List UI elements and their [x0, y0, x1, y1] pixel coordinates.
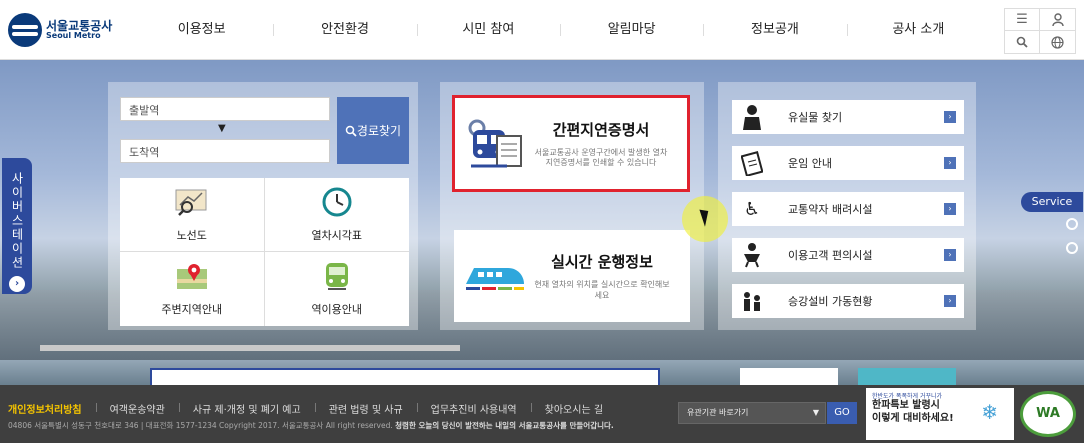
- slider-dot-2[interactable]: [1066, 242, 1078, 254]
- service-accessibility[interactable]: ♿ 교통약자 배려시설 ›: [732, 192, 964, 226]
- snowflake-icon: ❄: [981, 400, 998, 424]
- service-slider-label[interactable]: Service: [1021, 192, 1083, 212]
- user-icon[interactable]: [1040, 9, 1075, 31]
- footer-link-directions[interactable]: 찾아오시는 길: [530, 401, 617, 416]
- quick-link-station-guide[interactable]: 역이용안내: [265, 252, 410, 326]
- quick-link-nearby[interactable]: 주변지역안내: [120, 252, 265, 326]
- chevron-right-icon: ›: [944, 295, 956, 307]
- nav-citizen[interactable]: 시민 참여: [416, 0, 560, 60]
- realtime-info-desc: 현재 열차의 위치를 실시간으로 확인해보세요: [534, 280, 670, 300]
- partial-card-2[interactable]: [740, 368, 838, 386]
- quick-links-grid: 노선도 열차시각표 주변지역안내 역이용안내: [120, 178, 409, 326]
- arrival-station-input[interactable]: 도착역: [120, 139, 330, 163]
- feature-cards-panel: 간편지연증명서 서울교통공사 운영구간에서 발생한 열차지연증명서를 인쇄할 수…: [440, 82, 704, 330]
- departure-station-input[interactable]: 출발역: [120, 97, 330, 121]
- chevron-right-icon: ›: [944, 249, 956, 261]
- utility-buttons: ☰: [1004, 8, 1076, 54]
- footer-link-rules-notice[interactable]: 사규 제·개정 및 폐기 예고: [178, 401, 315, 416]
- delay-certificate-title: 간편지연증명서: [552, 120, 650, 139]
- quick-link-timetable[interactable]: 열차시각표: [264, 178, 409, 252]
- mouse-cursor-highlight: [682, 196, 728, 242]
- go-button[interactable]: GO: [827, 402, 857, 424]
- quick-link-label: 열차시각표: [311, 228, 363, 242]
- service-label: 유실물 찾기: [788, 111, 843, 124]
- logo-mark-icon: [8, 13, 42, 47]
- seoul-metro-logo[interactable]: 서울교통공사 Seoul Metro: [8, 12, 128, 48]
- quick-link-label: 역이용안내: [311, 303, 363, 316]
- nav-disclosure[interactable]: 정보공개: [703, 0, 846, 60]
- elevator-icon: [732, 284, 772, 318]
- person-icon: [732, 100, 772, 134]
- cold-wave-banner[interactable]: 한반도가 폭폭하게 거꾸니가 한파특보 발령시 이렇게 대비하세요! ❄: [866, 388, 1014, 440]
- footer-address: 04806 서울특별시 성동구 천호대로 346 | 대표전화 1577-123…: [8, 421, 393, 430]
- globe-icon[interactable]: [1040, 31, 1075, 53]
- high-speed-train-icon: [466, 268, 524, 290]
- related-sites-select[interactable]: 유관기관 바로가기 ▼: [678, 402, 826, 424]
- wheelchair-icon: ♿: [743, 198, 761, 220]
- realtime-info-card[interactable]: 실시간 운행정보 현재 열차의 위치를 실시간으로 확인해보세요: [454, 230, 690, 322]
- delay-certificate-card[interactable]: 간편지연증명서 서울교통공사 운영구간에서 발생한 열차지연증명서를 인쇄할 수…: [452, 95, 690, 192]
- nav-about[interactable]: 공사 소개: [846, 0, 990, 60]
- chevron-right-icon: ›: [9, 276, 25, 292]
- service-label: 운임 안내: [788, 157, 832, 170]
- footer-links: 개인정보처리방침 여객운송약관 사규 제·개정 및 폐기 예고 관련 법령 및 …: [8, 401, 617, 416]
- quick-link-label: 주변지역안내: [161, 303, 223, 316]
- chevron-right-icon: ›: [944, 111, 956, 123]
- clock-icon: [322, 187, 352, 216]
- service-label: 이용고객 편의시설: [788, 249, 873, 262]
- chevron-right-icon: ›: [944, 203, 956, 215]
- main-nav: 이용정보 안전환경 시민 참여 알림마당 정보공개 공사 소개: [130, 0, 990, 60]
- ticket-icon: [732, 146, 772, 180]
- route-search-button[interactable]: 경로찾기: [337, 97, 409, 164]
- footer-link-privacy[interactable]: 개인정보처리방침: [8, 401, 96, 416]
- footer-link-expenses[interactable]: 업무추진비 사용내역: [416, 401, 531, 416]
- train-certificate-icon: [468, 119, 522, 167]
- route-search-label: 경로찾기: [356, 124, 402, 138]
- map-pin-icon: [176, 264, 207, 289]
- site-footer: 개인정보처리방침 여객운송약관 사규 제·개정 및 폐기 예고 관련 법령 및 …: [0, 385, 1084, 443]
- realtime-info-title: 실시간 운행정보: [551, 253, 653, 272]
- cyber-station-label: 사이버스테이션: [10, 172, 24, 270]
- nav-usage-info[interactable]: 이용정보: [130, 0, 273, 60]
- partial-card-3[interactable]: [858, 368, 956, 386]
- cyber-station-tab[interactable]: 사이버스테이션 ›: [2, 158, 32, 294]
- caret-down-icon: ▼: [812, 408, 819, 417]
- services-panel: 유실물 찾기 › 운임 안내 › ♿ 교통약자 배려시설 › 이용고객 편의시설…: [718, 82, 976, 330]
- baby-care-icon: [732, 238, 772, 272]
- quick-link-route-map[interactable]: 노선도: [120, 178, 265, 252]
- slider-dot-1[interactable]: [1066, 218, 1078, 230]
- nav-safety[interactable]: 안전환경: [273, 0, 416, 60]
- service-label: 승강설비 가동현황: [788, 295, 873, 308]
- logo-english-text: Seoul Metro: [46, 31, 101, 41]
- service-convenience[interactable]: 이용고객 편의시설 ›: [732, 238, 964, 272]
- banner-small-text: 한반도가 폭폭하게 거꾸니가: [872, 393, 943, 400]
- site-header: 서울교통공사 Seoul Metro 이용정보 안전환경 시민 참여 알림마당 …: [0, 0, 1084, 60]
- arrow-down-icon: ▼: [218, 123, 226, 134]
- nav-notice[interactable]: 알림마당: [559, 0, 703, 60]
- route-map-icon: [175, 189, 207, 216]
- quick-link-label: 노선도: [176, 228, 207, 242]
- footer-copyright: 04806 서울특별시 성동구 천호대로 346 | 대표전화 1577-123…: [8, 420, 614, 431]
- route-search-panel: 출발역 ▼ 도착역 경로찾기 노선도 열차시각표 주변지역안내 역이용안내: [108, 82, 418, 330]
- service-lost-found[interactable]: 유실물 찾기 ›: [732, 100, 964, 134]
- train-front-icon: [325, 263, 348, 290]
- chevron-right-icon: ›: [944, 157, 956, 169]
- service-label: 교통약자 배려시설: [788, 203, 873, 216]
- wa-certification-badge[interactable]: WA: [1020, 391, 1076, 437]
- footer-slogan: 청렴한 오늘의 당신이 발전하는 내일의 서울교통공사를 만들어갑니다.: [395, 421, 614, 430]
- search-icon: [345, 125, 357, 137]
- delay-certificate-desc: 서울교통공사 운영구간에서 발생한 열차지연증명서를 인쇄할 수 있습니다: [534, 147, 668, 167]
- search-icon[interactable]: [1005, 31, 1040, 53]
- menu-icon[interactable]: ☰: [1005, 9, 1040, 31]
- related-sites-label: 유관기관 바로가기: [687, 408, 749, 417]
- footer-link-laws[interactable]: 관련 법령 및 사규: [314, 401, 417, 416]
- service-fare[interactable]: 운임 안내 ›: [732, 146, 964, 180]
- bridge-image: [40, 345, 460, 351]
- service-elevator-status[interactable]: 승강설비 가동현황 ›: [732, 284, 964, 318]
- footer-link-terms[interactable]: 여객운송약관: [95, 401, 179, 416]
